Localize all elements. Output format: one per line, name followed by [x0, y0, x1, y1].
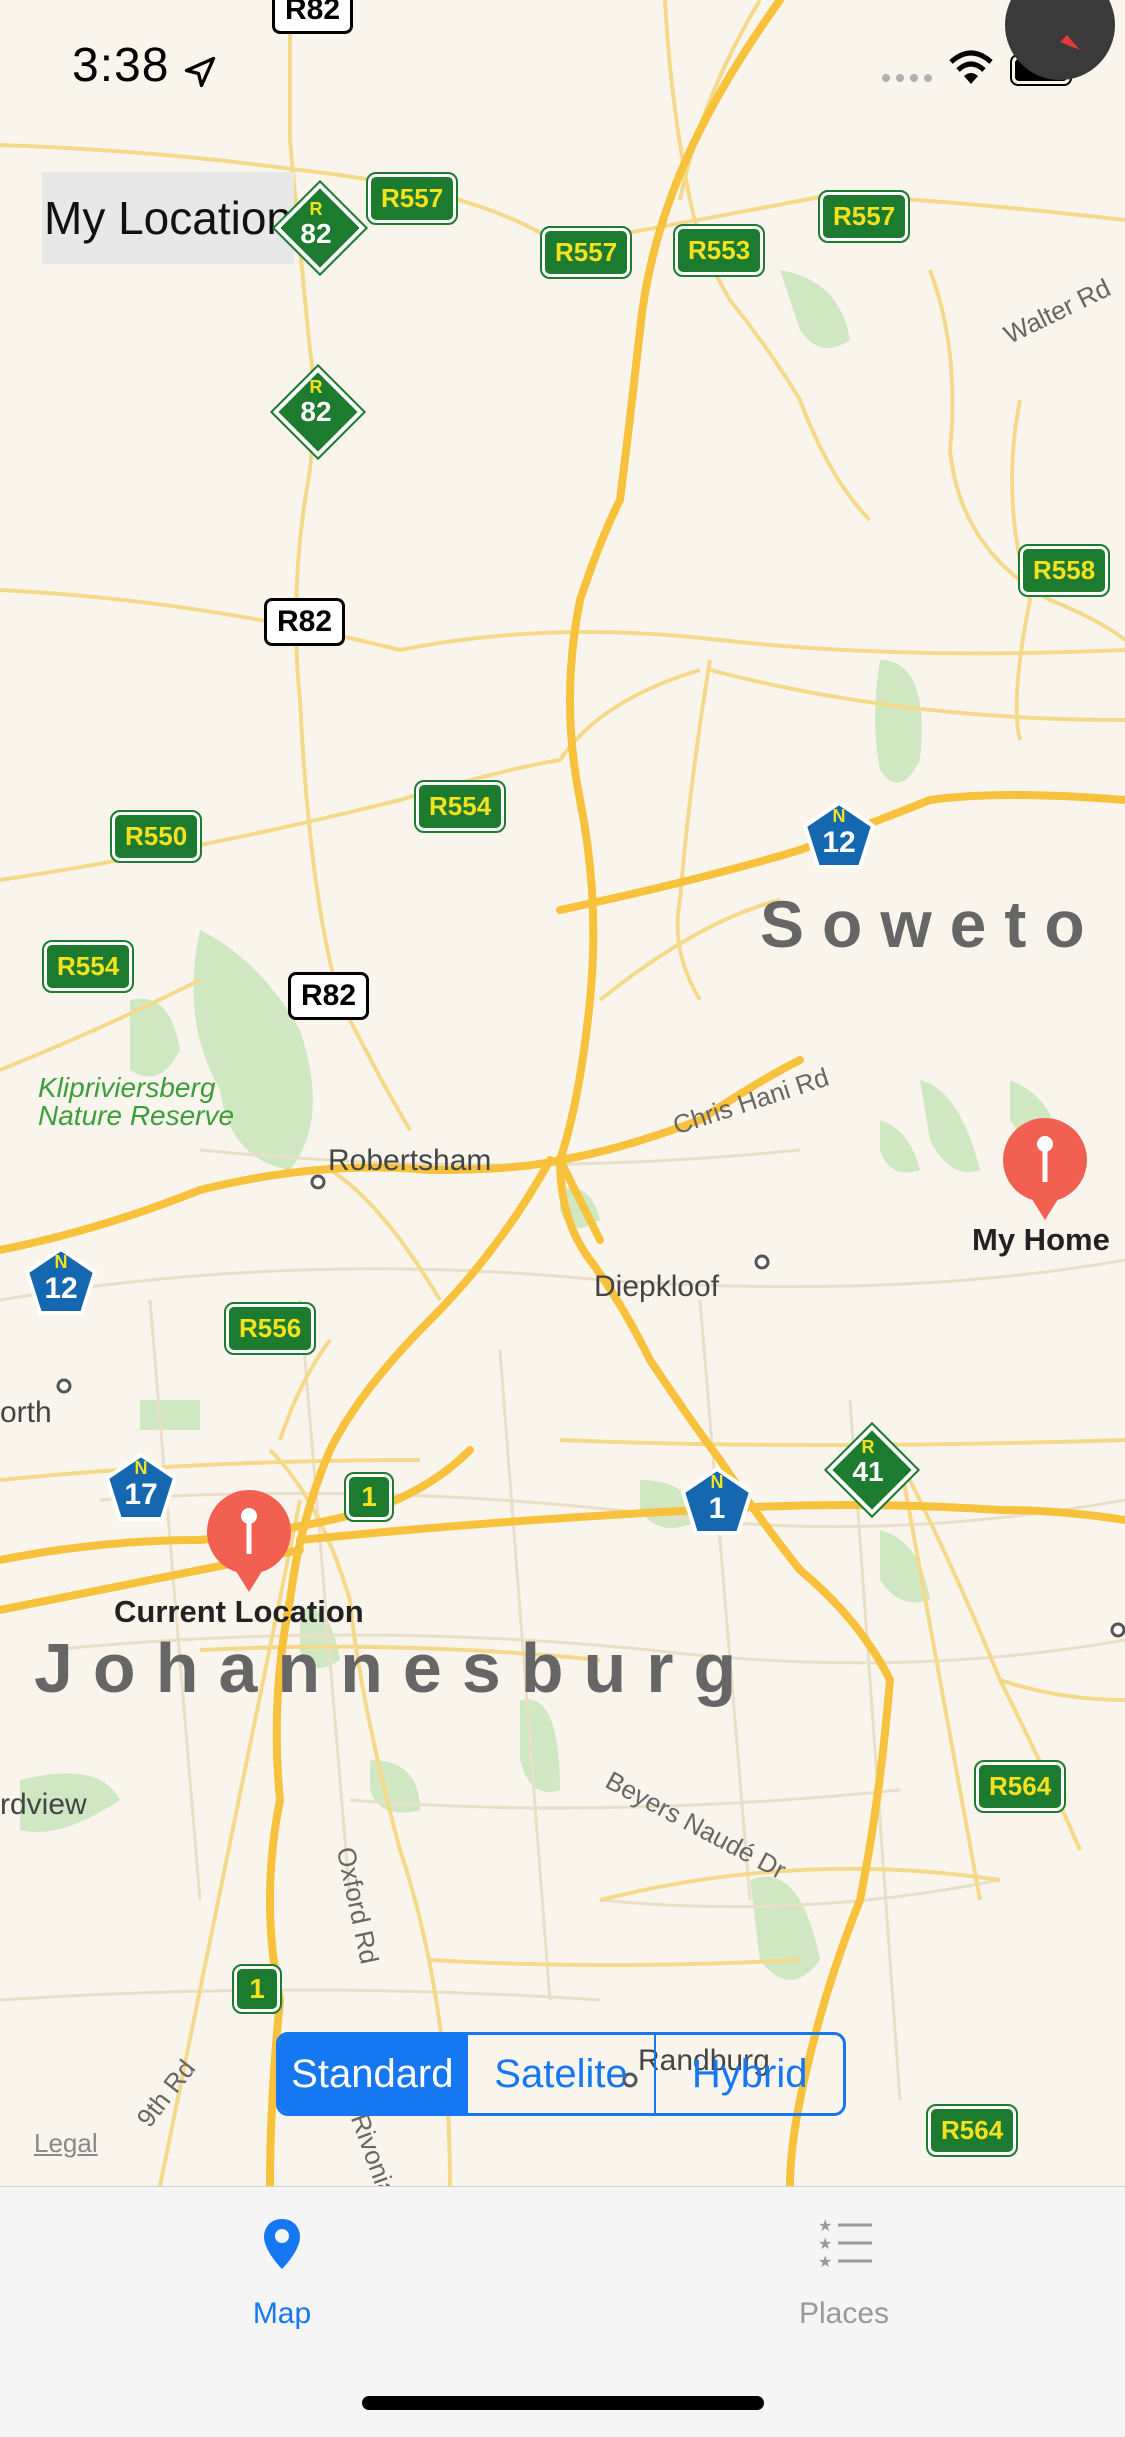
- list-stars-icon: ★ ★ ★: [818, 2217, 872, 2267]
- segment-satellite[interactable]: Satelite: [465, 2035, 655, 2113]
- svg-text:★: ★: [818, 2217, 832, 2235]
- place-label-rdview: rdview: [0, 1788, 87, 1821]
- national-route-n17: N 17: [106, 1458, 176, 1512]
- road-sign-prefix: R: [309, 199, 323, 219]
- pin-label-my-home[interactable]: My Home: [972, 1222, 1110, 1258]
- road-sign-r82: R82: [264, 598, 346, 646]
- wifi-icon: [949, 50, 993, 84]
- road-sign-number: 12: [822, 826, 856, 859]
- compass-icon: [1060, 35, 1080, 50]
- park-label-line: Klipriviersberg: [38, 1072, 216, 1103]
- road-sign-r82: R82: [288, 972, 370, 1020]
- road-sign-r564: R564: [925, 2104, 1019, 2157]
- road-sign-prefix: R: [861, 1437, 875, 1457]
- road-sign-number: 82: [300, 218, 332, 249]
- tab-map[interactable]: Map: [132, 2187, 432, 2330]
- map-pin-icon[interactable]: [204, 1490, 294, 1594]
- tab-places[interactable]: ★ ★ ★ Places: [694, 2187, 994, 2330]
- cellular-signal-icon: [882, 74, 932, 82]
- road-sign-number: 12: [44, 1272, 78, 1305]
- road-sign-r553: R553: [672, 224, 766, 277]
- map-pin-icon[interactable]: [1000, 1118, 1090, 1222]
- road-sign-number: 1: [708, 1492, 726, 1525]
- place-dot-icon: [310, 1174, 326, 1190]
- road-sign-number: 41: [852, 1456, 884, 1487]
- place-dot-icon: [1110, 1622, 1125, 1638]
- road-sign-r554: R554: [41, 940, 135, 993]
- road-sign-prefix: R: [309, 377, 323, 397]
- national-route-n12-east: N 12: [804, 806, 874, 860]
- road-sign-diamond-r82-label: R 82: [276, 378, 356, 428]
- road-sign-prefix: N: [134, 1458, 148, 1478]
- park-label-line: Nature Reserve: [38, 1100, 235, 1131]
- place-label-johannesburg: Johannesburg: [34, 1629, 757, 1707]
- place-label-north: orth: [0, 1396, 52, 1429]
- road-sign-r558: R558: [1017, 544, 1111, 597]
- road-sign-r556: R556: [223, 1302, 317, 1355]
- home-indicator[interactable]: [362, 2396, 764, 2410]
- place-label-diepkloof: Diepkloof: [594, 1270, 720, 1303]
- metro-route-sign-m1: 1: [232, 1964, 282, 2014]
- road-sign-r557: R557: [539, 226, 633, 279]
- road-sign-r564: R564: [973, 1760, 1067, 1813]
- place-label-robertsham: Robertsham: [328, 1144, 492, 1177]
- road-sign-r554: R554: [413, 780, 507, 833]
- pin-label-current-location[interactable]: Current Location: [114, 1594, 364, 1630]
- location-services-icon: [184, 56, 216, 88]
- road-sign-diamond-r41-label: R 41: [828, 1438, 908, 1488]
- place-label-soweto: Soweto: [760, 887, 1103, 961]
- compass-button[interactable]: [1005, 0, 1115, 80]
- road-sign-r82: R82: [272, 0, 354, 34]
- road-sign-prefix: N: [54, 1252, 68, 1272]
- map-pin-tab-icon: [264, 2219, 300, 2269]
- road-sign-prefix: N: [710, 1472, 724, 1492]
- segment-hybrid[interactable]: Hybrid: [654, 2035, 843, 2113]
- metro-route-sign-m1: 1: [344, 1472, 394, 1522]
- road-sign-number: 17: [124, 1478, 158, 1511]
- national-route-n1: N 1: [682, 1472, 752, 1526]
- road-sign-r550: R550: [109, 810, 203, 863]
- tab-label-map: Map: [252, 2297, 312, 2330]
- svg-text:★: ★: [818, 2252, 832, 2267]
- road-sign-r557: R557: [365, 172, 459, 225]
- park-label-klipriviersberg: Klipriviersberg Nature Reserve: [38, 1074, 234, 1130]
- place-dot-icon: [754, 1254, 770, 1270]
- status-time: 3:38: [72, 39, 170, 92]
- national-route-n12-west: N 12: [26, 1252, 96, 1306]
- segment-standard[interactable]: Standard: [279, 2035, 466, 2113]
- road-sign-number: 82: [300, 396, 332, 427]
- place-dot-icon: [56, 1378, 72, 1394]
- legal-link[interactable]: Legal: [34, 2128, 98, 2159]
- road-sign-prefix: N: [832, 806, 846, 826]
- my-location-button[interactable]: My Location: [42, 172, 294, 264]
- tab-label-places: Places: [798, 2297, 890, 2330]
- road-sign-r557: R557: [817, 190, 911, 243]
- road-sign-diamond-r82-top-label: R 82: [276, 200, 356, 250]
- map-type-segmented-control[interactable]: Standard Satelite Hybrid: [276, 2032, 846, 2116]
- svg-text:★: ★: [818, 2234, 832, 2253]
